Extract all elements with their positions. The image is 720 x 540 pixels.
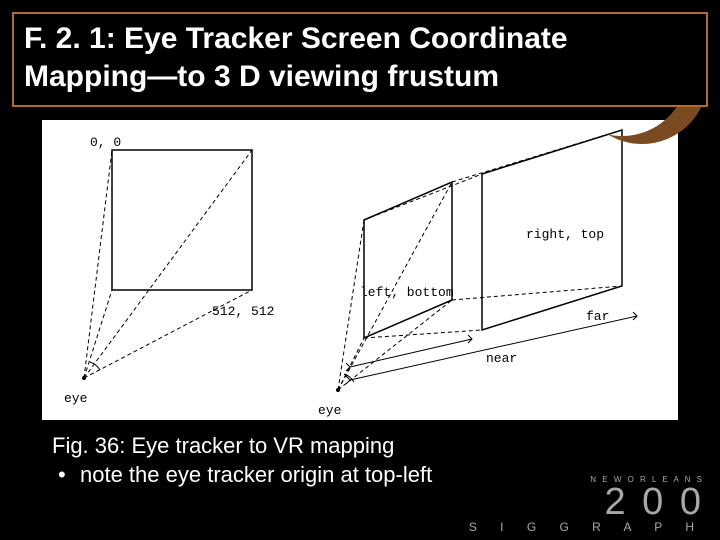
- figure-panel: 0, 0 512, 512 eye: [42, 120, 678, 420]
- footer-brand: N E W O R L E A N S 2 0 0 S I G G R A P …: [469, 475, 704, 534]
- slide-title: F. 2. 1: Eye Tracker Screen Coordinate M…: [24, 20, 696, 95]
- left-eye-label: eye: [64, 391, 87, 406]
- left-diagram: 0, 0 512, 512 eye: [64, 135, 274, 406]
- right-diagram: right, top left, bottom near far eye: [318, 130, 637, 418]
- slide-title-box: F. 2. 1: Eye Tracker Screen Coordinate M…: [12, 12, 708, 107]
- far-label: far: [586, 309, 609, 324]
- right-top-label: right, top: [526, 227, 604, 242]
- brand-year: 2 0 0: [469, 484, 704, 520]
- left-bottom-label: left, bottom: [360, 285, 454, 300]
- brand-name: S I G G R A P H: [469, 520, 704, 534]
- bullet-icon: •: [58, 461, 66, 490]
- right-eye-label: eye: [318, 403, 341, 418]
- caption-line: Fig. 36: Eye tracker to VR mapping: [52, 432, 700, 461]
- extent-label: 512, 512: [212, 304, 274, 319]
- caption-bullet-text: note the eye tracker origin at top-left: [80, 462, 432, 487]
- near-label: near: [486, 351, 517, 366]
- origin-label: 0, 0: [90, 135, 121, 150]
